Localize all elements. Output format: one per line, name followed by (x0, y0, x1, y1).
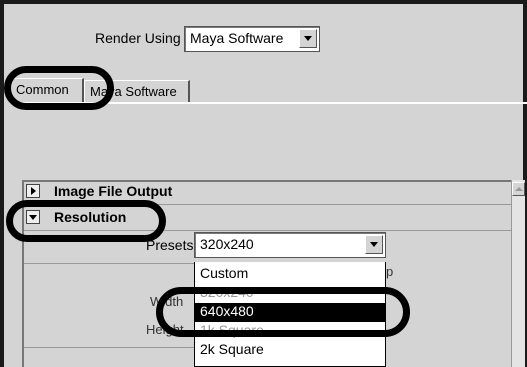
divider (24, 263, 196, 264)
section-image-file-output-title: Image File Output (54, 183, 173, 199)
tab-common-label: Common (16, 82, 69, 97)
tab-maya-software[interactable]: Maya Software (84, 80, 190, 102)
width-label: Width (150, 294, 184, 309)
window-left-border (0, 0, 4, 367)
window-top-border (0, 0, 527, 4)
preset-option-custom[interactable]: Custom (195, 265, 385, 284)
section-image-file-output[interactable]: Image File Output (24, 182, 511, 205)
preset-option-320x240[interactable]: 320x240 (195, 284, 385, 303)
presets-select[interactable]: 320x240 (194, 232, 386, 258)
render-using-label: Render Using (95, 30, 181, 46)
expanded-arrow-icon[interactable] (26, 210, 40, 224)
obscured-text: p (386, 264, 394, 279)
height-label: Height (146, 322, 184, 337)
preset-option-1k-square[interactable]: 1k Square (195, 322, 385, 341)
collapsed-arrow-icon[interactable] (26, 184, 40, 198)
vertical-scrollbar[interactable] (511, 180, 525, 367)
renderer-select[interactable]: Maya Software (184, 26, 320, 52)
scroll-up-arrow-icon[interactable] (512, 182, 525, 196)
section-resolution-title: Resolution (54, 209, 127, 225)
tab-maya-software-label: Maya Software (90, 84, 177, 99)
section-resolution[interactable]: Resolution (24, 208, 511, 231)
presets-select-value: 320x240 (200, 236, 254, 252)
renderer-select-value: Maya Software (190, 30, 284, 46)
preset-option-640x480[interactable]: 640x480 (195, 303, 385, 322)
preset-option-2k-square[interactable]: 2k Square (195, 341, 385, 360)
divider (24, 347, 196, 348)
tab-common[interactable]: Common (10, 78, 84, 102)
chevron-down-icon[interactable] (299, 29, 317, 48)
presets-label: Presets (146, 237, 194, 253)
chevron-down-icon[interactable] (365, 235, 383, 254)
presets-dropdown-list: Custom 320x240 640x480 1k Square 2k Squa… (194, 262, 386, 367)
tab-divider (10, 102, 527, 104)
